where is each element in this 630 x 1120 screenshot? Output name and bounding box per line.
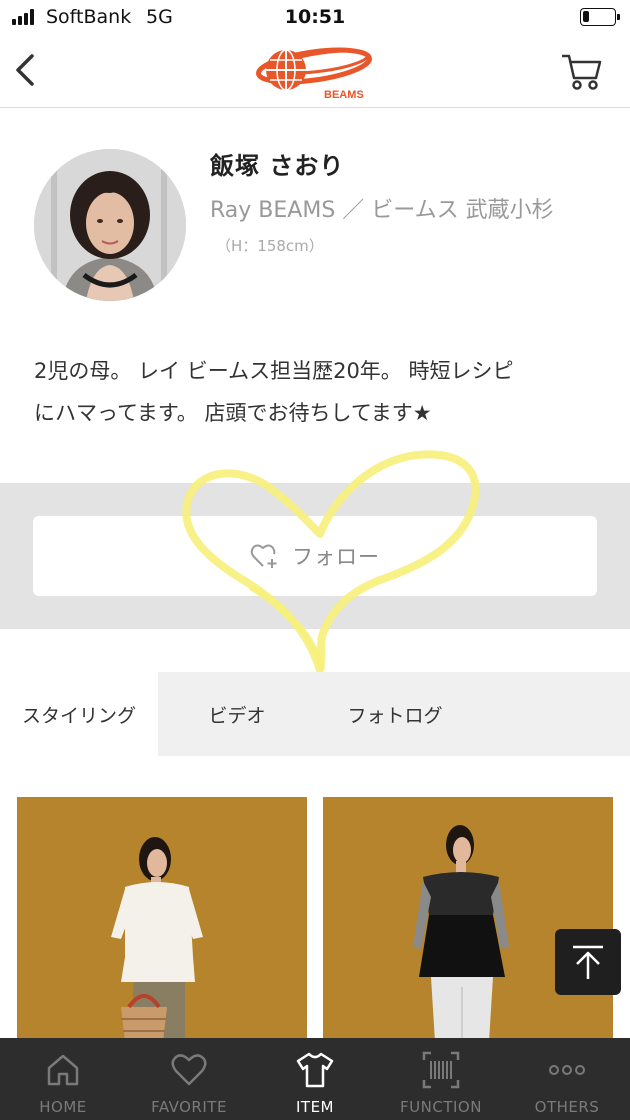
styling-thumbnail[interactable] [17,797,307,1042]
staff-affiliation: Ray BEAMS ／ ビームス 武蔵小杉 [210,198,554,223]
nav-label: HOME [39,1098,87,1116]
nav-item-tab[interactable]: ITEM [252,1038,378,1120]
styling-thumbnail[interactable] [323,797,613,1042]
tshirt-icon [296,1052,334,1088]
staff-name: 飯塚 さおり [210,152,345,180]
tab-label: ビデオ [208,704,266,727]
beams-logo: BEAMS [252,42,380,102]
nav-label: FUNCTION [400,1098,482,1116]
more-icon [549,1065,585,1075]
tab-label: スタイリング [21,704,136,727]
nav-label: OTHERS [534,1098,600,1116]
status-time: 10:51 [284,6,346,28]
follow-button[interactable]: フォロー [33,516,597,596]
bio-line: にハマってます。 店頭でお待ちしてます★ [34,401,432,425]
svg-text:BEAMS: BEAMS [324,89,364,101]
nav-function[interactable]: FUNCTION [378,1038,504,1120]
cart-button[interactable] [558,50,604,92]
battery-icon [580,8,620,26]
tab-styling[interactable]: スタイリング [0,672,158,756]
nav-label: FAVORITE [151,1098,227,1116]
arrow-up-icon [573,945,603,979]
nav-home[interactable]: HOME [0,1038,126,1120]
bottom-navigation: HOME FAVORITE ITEM FUNCTION OTHERS [0,1038,630,1120]
tab-label: フォトログ [347,704,443,727]
heart-plus-icon [250,544,277,568]
barcode-icon [422,1051,460,1089]
home-icon [47,1054,79,1086]
tab-photolog[interactable]: フォトログ [316,672,474,756]
follow-section: フォロー [0,483,630,629]
nav-label: ITEM [295,1098,334,1116]
profile-tabs: スタイリング ビデオ フォトログ [0,672,630,756]
nav-favorite[interactable]: FAVORITE [126,1038,252,1120]
staff-bio: 2児の母。 レイ ビームス担当歴20年。 時短レシピ にハマってます。 店頭でお… [34,350,604,434]
back-to-top-button[interactable] [555,929,621,995]
cart-icon [562,54,602,90]
staff-avatar [34,149,186,301]
status-bar: SoftBank 5G 10:51 [0,0,630,36]
nav-others[interactable]: OTHERS [504,1038,630,1120]
follow-label: フォロー [292,545,380,569]
staff-height: （H：158cm） [216,237,324,255]
tab-video[interactable]: ビデオ [158,672,316,756]
back-button[interactable] [8,48,44,92]
heart-icon [171,1054,207,1086]
bio-line: 2児の母。 レイ ビームス担当歴20年。 時短レシピ [34,359,514,383]
app-header: BEAMS [0,36,630,108]
chevron-left-icon [16,54,34,86]
